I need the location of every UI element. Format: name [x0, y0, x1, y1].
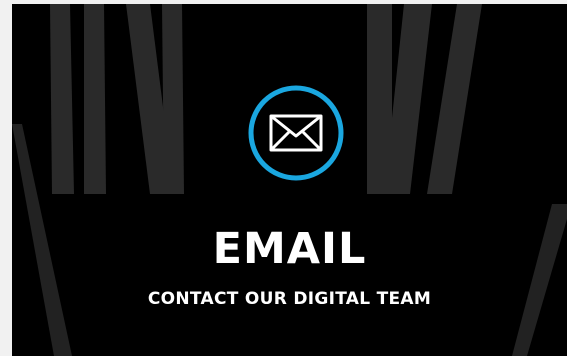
mail-envelope-icon: [247, 84, 345, 182]
email-contact-card[interactable]: EMAIL CONTACT OUR DIGITAL TEAM: [12, 4, 567, 356]
page-frame: EMAIL CONTACT OUR DIGITAL TEAM: [0, 0, 567, 356]
card-subtitle: CONTACT OUR DIGITAL TEAM: [147, 289, 432, 309]
card-title: EMAIL: [212, 224, 367, 274]
